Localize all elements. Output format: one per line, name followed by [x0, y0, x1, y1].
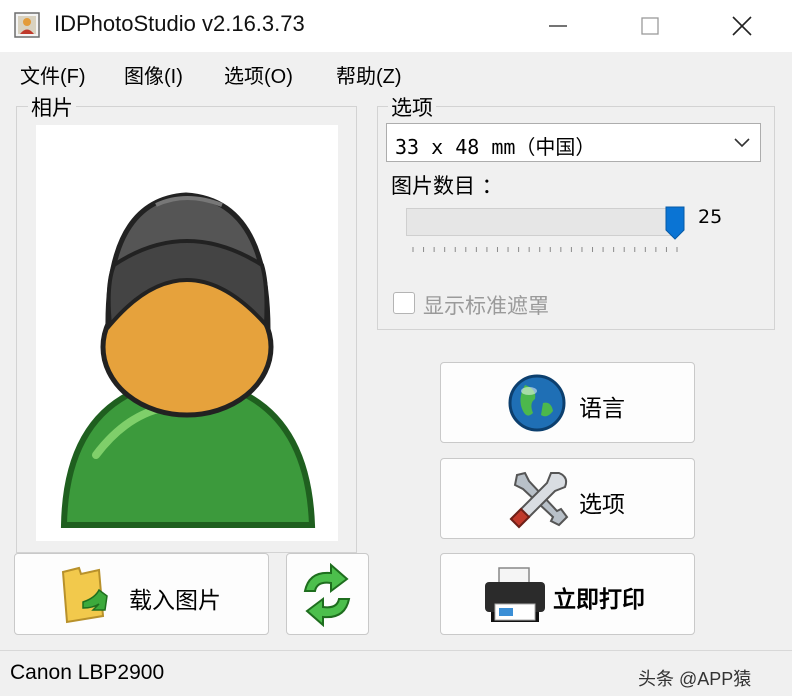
menu-image[interactable]: 图像(I) — [124, 60, 183, 89]
count-slider-thumb[interactable] — [665, 206, 685, 240]
tools-icon — [509, 471, 569, 529]
options-button-label: 选项 — [579, 492, 625, 518]
window-title: IDPhotoStudio v2.16.3.73 — [54, 11, 305, 36]
close-button[interactable] — [696, 0, 788, 52]
print-button[interactable]: 立即打印 — [440, 553, 695, 635]
minimize-button[interactable] — [512, 0, 604, 52]
mask-checkbox-label: 显示标准遮罩 — [423, 294, 549, 318]
load-picture-label: 载入图片 — [129, 588, 221, 614]
menu-file[interactable]: 文件(F) — [20, 60, 86, 89]
maximize-button[interactable] — [604, 0, 696, 52]
title-bar[interactable]: IDPhotoStudio v2.16.3.73 — [0, 0, 792, 52]
person-avatar-icon — [60, 192, 316, 528]
slider-ticks — [412, 247, 678, 252]
photo-group-label: 相片 — [28, 92, 76, 122]
language-button-label: 语言 — [579, 396, 625, 422]
close-icon — [732, 16, 752, 36]
count-slider-track[interactable] — [406, 208, 678, 236]
app-photo-icon — [14, 12, 40, 38]
load-picture-button[interactable]: 载入图片 — [14, 553, 269, 635]
minimize-icon — [549, 25, 567, 27]
photo-size-value: 33 x 48 mm（中国） — [395, 135, 596, 159]
printer-icon — [485, 567, 545, 622]
mask-checkbox[interactable] — [393, 292, 415, 314]
menu-options[interactable]: 选项(O) — [224, 60, 293, 89]
maximize-icon — [641, 17, 659, 35]
watermark-text: 头条 @APP猿 — [638, 669, 752, 689]
menu-bar: 文件(F) 图像(I) 选项(O) 帮助(Z) — [0, 52, 792, 90]
refresh-icon — [303, 563, 351, 627]
language-button[interactable]: 语言 — [440, 362, 695, 443]
photo-preview[interactable] — [36, 125, 338, 541]
count-value: 25 — [698, 206, 723, 228]
options-button[interactable]: 选项 — [440, 458, 695, 539]
print-button-label: 立即打印 — [553, 587, 645, 613]
menu-help[interactable]: 帮助(Z) — [336, 60, 402, 89]
refresh-button[interactable] — [286, 553, 369, 635]
status-bar: Canon LBP2900 头条 @APP猿 — [0, 650, 792, 696]
chevron-down-icon — [734, 138, 750, 148]
photo-size-select[interactable]: 33 x 48 mm（中国） — [386, 123, 761, 162]
printer-status: Canon LBP2900 — [10, 661, 165, 684]
count-label: 图片数目 ： — [391, 174, 503, 198]
globe-icon — [508, 374, 566, 432]
options-group-label: 选项 — [388, 92, 436, 122]
folder-icon — [61, 566, 108, 624]
